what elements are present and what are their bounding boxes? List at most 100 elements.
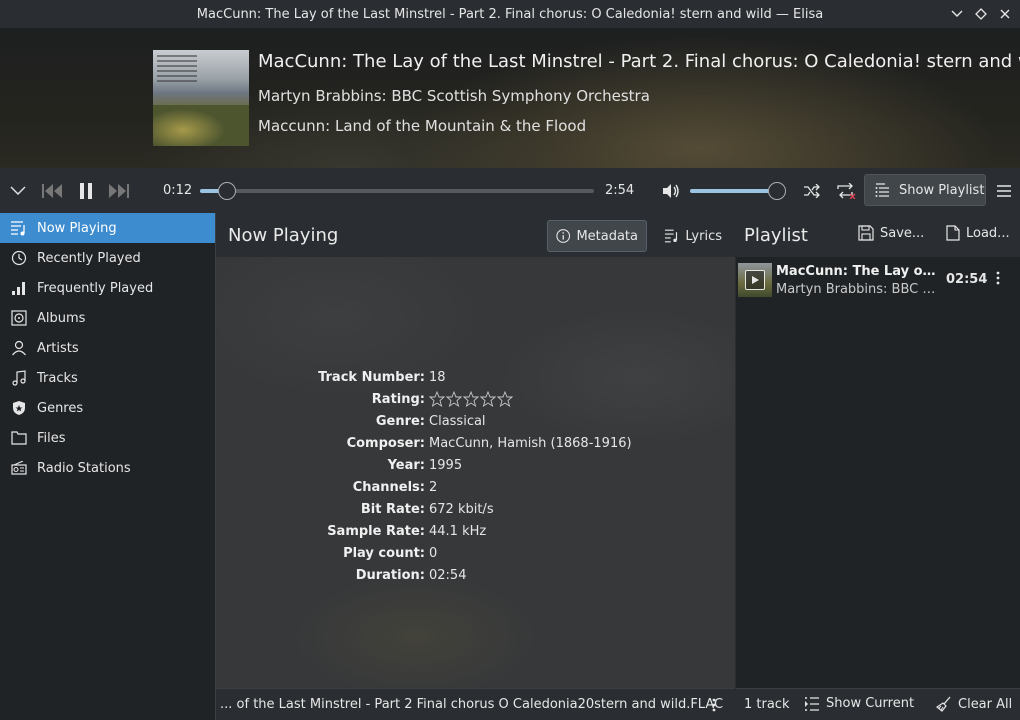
file-path-bar: ... of the Last Minstrel - Part 2 Final … [216,688,735,720]
minimize-button[interactable] [948,4,966,24]
recently-played-icon [10,250,27,267]
playlist-track-row[interactable]: MacCunn: The Lay of the Last Minstrel - … [736,259,1020,301]
playlist-header: Playlist Save... Load... [736,213,1020,257]
tracks-icon [10,370,27,387]
sidebar-item-frequently-played[interactable]: Frequently Played [0,273,215,303]
close-button[interactable] [996,4,1014,24]
save-playlist-label: Save... [880,225,925,241]
metadata-row-channels: Channels: 2 [216,476,735,498]
metadata-label: Composer: [346,435,425,451]
more-options-icon [996,271,1000,285]
application-menu-button[interactable] [994,181,1014,201]
save-playlist-button[interactable]: Save... [858,225,924,241]
sidebar-item-now-playing[interactable]: Now Playing [0,213,215,243]
metadata-label: Rating: [371,391,425,407]
star-icon[interactable] [429,391,445,407]
albums-icon [10,310,27,327]
shuffle-icon [804,184,820,198]
metadata-row-rating: Rating: [216,388,735,410]
info-icon [556,229,571,243]
metadata-row-track-number: Track Number: 18 [216,366,735,388]
metadata-value: 18 [429,369,446,385]
metadata-label: Year: [387,457,425,473]
pause-icon [80,183,92,199]
volume-slider[interactable] [690,182,787,200]
star-icon[interactable] [446,391,462,407]
track-thumbnail [738,263,772,297]
maximize-button[interactable] [972,4,990,24]
play-icon [745,270,765,290]
metadata-value: 2 [429,479,438,495]
playlist-panel: Playlist Save... Load... MacCunn: The La… [736,213,1020,720]
load-playlist-button[interactable]: Load... [946,225,1010,241]
rating-stars[interactable] [429,391,513,407]
next-track-button[interactable] [107,181,131,201]
show-current-button[interactable]: Show Current [804,696,914,711]
mute-button[interactable] [660,181,682,201]
metadata-row-year: Year: 1995 [216,454,735,476]
metadata-row-bit-rate: Bit Rate: 672 kbit/s [216,498,735,520]
tab-metadata-label: Metadata [576,228,638,244]
clear-all-label: Clear All [958,696,1013,712]
tab-lyrics[interactable]: Lyrics [656,220,730,252]
radio-stations-icon [10,460,27,477]
track-options-button[interactable] [996,271,1000,285]
metadata-value: 1995 [429,457,463,473]
sidebar-item-files[interactable]: Files [0,423,215,453]
skip-backward-icon [42,184,62,198]
repeat-button[interactable] [834,181,858,201]
show-playlist-button[interactable]: Show Playlist [864,174,986,206]
file-options-button[interactable] [706,697,722,713]
metadata-value: Classical [429,413,486,429]
files-icon [10,430,27,447]
tab-metadata[interactable]: Metadata [547,220,647,252]
metadata-value: 02:54 [429,567,467,583]
sidebar-item-radio-stations[interactable]: Radio Stations [0,453,215,483]
header-artist[interactable]: Martyn Brabbins: BBC Scottish Symphony O… [258,87,650,105]
playlist-track-artist: Martyn Brabbins: BBC Scottish Symphony O… [776,282,940,297]
sidebar-item-label: Tracks [37,370,78,386]
sidebar-item-recently-played[interactable]: Recently Played [0,243,215,273]
track-count: 1 track [744,697,790,712]
sidebar-item-genres[interactable]: Genres [0,393,215,423]
seek-slider-handle[interactable] [218,182,237,200]
metadata-label: Play count: [343,545,425,561]
sidebar-item-albums[interactable]: Albums [0,303,215,333]
show-playlist-label: Show Playlist [899,182,985,198]
show-current-icon [805,696,819,711]
previous-track-button[interactable] [40,181,64,201]
sidebar-item-label: Files [37,430,66,446]
metadata-row-duration: Duration: 02:54 [216,564,735,586]
hamburger-menu-icon [997,185,1011,197]
frequently-played-icon [10,280,27,297]
playlist-title: Playlist [744,225,808,246]
volume-slider-fill [690,189,778,193]
repeat-icon [837,183,856,199]
load-playlist-label: Load... [966,225,1010,241]
file-path: ... of the Last Minstrel - Part 2 Final … [220,697,724,712]
sidebar: Now Playing Recently Played Frequently P… [0,213,215,720]
shuffle-button[interactable] [801,181,823,201]
star-icon[interactable] [480,391,496,407]
playback-controls: 0:12 2:54 Show Playlist [0,168,1020,213]
more-options-icon [712,698,716,712]
chevron-down-icon [10,186,26,195]
toggle-header-button[interactable] [8,182,28,200]
volume-slider-handle[interactable] [768,182,787,200]
header-album[interactable]: Maccunn: Land of the Mountain & the Floo… [258,117,586,135]
sidebar-item-artists[interactable]: Artists [0,333,215,363]
sidebar-item-tracks[interactable]: Tracks [0,363,215,393]
window-title: MacCunn: The Lay of the Last Minstrel - … [196,6,824,22]
star-icon[interactable] [497,391,513,407]
pause-button[interactable] [75,181,97,201]
seek-slider[interactable] [200,182,594,200]
star-icon[interactable] [463,391,479,407]
tab-lyrics-label: Lyrics [685,228,722,244]
metadata-row-composer: Composer: MacCunn, Hamish (1868-1916) [216,432,735,454]
artists-icon [10,340,27,357]
clear-all-button[interactable]: Clear All [936,696,1012,712]
playlist-track-title: MacCunn: The Lay of the Last Minstrel - … [776,264,940,279]
open-document-icon [946,225,960,241]
metadata-label: Channels: [352,479,425,495]
metadata-row-genre: Genre: Classical [216,410,735,432]
